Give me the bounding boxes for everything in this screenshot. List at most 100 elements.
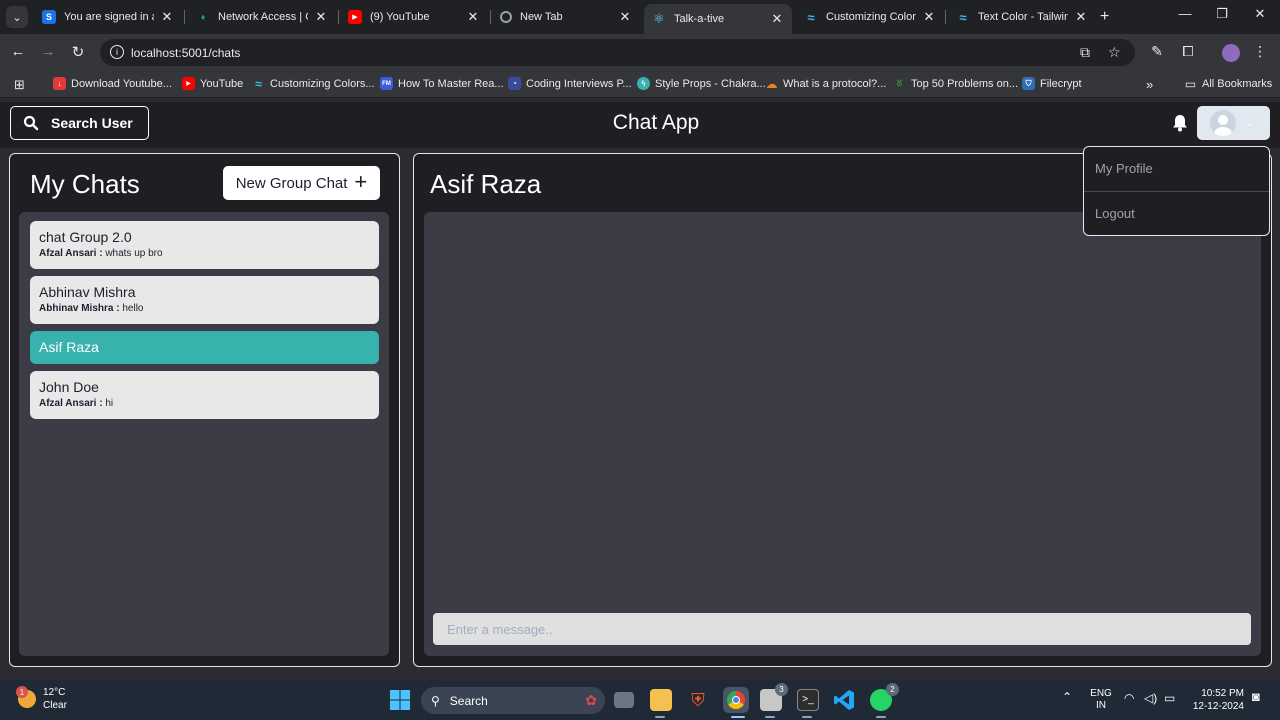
latest-message-text: hello [122, 303, 144, 314]
maximize-button[interactable]: ❐ [1212, 6, 1232, 22]
menu-divider [1084, 191, 1269, 192]
close-tab-icon[interactable]: ✕ [466, 9, 480, 25]
close-tab-icon[interactable]: ✕ [160, 9, 174, 25]
profile-dropdown-menu: My Profile Logout [1083, 146, 1270, 236]
menu-item-logout[interactable]: Logout [1084, 206, 1269, 221]
app-title: Chat App [612, 111, 700, 134]
bookmark-item[interactable]: ᘜ Top 50 Problems on... [893, 77, 1018, 90]
close-tab-icon[interactable]: ✕ [618, 9, 632, 25]
tab-talk-a-tive[interactable]: ⚛ Talk-a-tive ✕ [644, 4, 792, 34]
close-tab-icon[interactable]: ✕ [314, 9, 328, 25]
browser-toolbar: ← → ↻ i localhost:5001/chats ⧉ ☆ ✎ ⧠ ⋮ [0, 34, 1280, 70]
taskbar-search[interactable]: ⚲ Search ✿ [421, 687, 605, 714]
whatsapp-badge: 2 [886, 683, 899, 696]
close-window-button[interactable]: ✕ [1250, 6, 1270, 22]
brave-icon[interactable]: ⛨ [687, 689, 709, 711]
clock[interactable]: 10:52 PM 12-12-2024 [1190, 687, 1244, 713]
notification-bell-icon[interactable] [1170, 113, 1190, 133]
chat-list-item[interactable]: Abhinav Mishra Abhinav Mishra : hello [30, 276, 379, 324]
chevron-up-icon[interactable]: ⌃ [1062, 691, 1072, 703]
wifi-icon[interactable]: ◠ [1124, 692, 1134, 704]
latest-message: Afzal Ansari : hi [39, 398, 370, 409]
address-bar[interactable]: i localhost:5001/chats ⧉ ☆ [100, 39, 1135, 66]
file-explorer-icon[interactable] [650, 689, 672, 711]
chevron-down-icon: ⌄ [1246, 117, 1255, 129]
bookmark-item[interactable]: ▶ YouTube [182, 77, 243, 90]
message-input[interactable] [433, 613, 1251, 645]
close-tab-icon[interactable]: ✕ [770, 11, 784, 27]
site-info-icon[interactable]: i [110, 45, 124, 59]
chrome-taskbar-button[interactable] [723, 687, 749, 713]
shield-icon: ⛉ [1022, 77, 1035, 90]
chat-name: Asif Raza [39, 339, 99, 355]
weather-desc: Clear [43, 700, 67, 711]
tab-title: Network Access | Clo [218, 11, 308, 23]
close-tab-icon[interactable]: ✕ [1074, 9, 1088, 25]
new-tab-button[interactable]: + [1100, 8, 1109, 26]
battery-icon[interactable]: ▭ [1164, 692, 1175, 704]
language-indicator[interactable]: ENG IN [1088, 688, 1114, 712]
notification-center-icon[interactable]: ◙ [1252, 690, 1260, 703]
extensions-icon[interactable]: ⧠ [1178, 43, 1198, 60]
bookmark-item[interactable]: ☁ What is a protocol?... [765, 77, 887, 91]
more-menu-icon[interactable]: ⋮ [1250, 43, 1270, 60]
tab-customizing-colors[interactable]: ≈ Customizing Colors ✕ [796, 4, 944, 30]
tab-text-color[interactable]: ≈ Text Color - Tailwind ✕ [948, 4, 1096, 30]
tab-new-tab[interactable]: New Tab ✕ [492, 4, 640, 30]
tab-youtube[interactable]: ▶ (9) YouTube ✕ [340, 4, 488, 30]
tab-strip: ⌄ S You are signed in as ✕ ♦ Network Acc… [0, 0, 1280, 34]
weather-badge: 1 [16, 686, 28, 698]
taskbar-search-label: Search [449, 693, 488, 708]
new-group-chat-button[interactable]: New Group Chat + [223, 166, 380, 200]
my-chats-heading: My Chats [30, 169, 140, 199]
tab-network-access[interactable]: ♦ Network Access | Clo ✕ [188, 4, 336, 30]
profile-avatar-icon[interactable] [1222, 44, 1240, 62]
volume-icon[interactable]: ◁) [1144, 692, 1157, 704]
chat-list-item[interactable]: John Doe Afzal Ansari : hi [30, 371, 379, 419]
bookmark-item[interactable]: ↓ Download Youtube... [53, 77, 172, 90]
tab-title: You are signed in as [64, 11, 154, 23]
bookmark-star-icon[interactable]: ☆ [1108, 44, 1121, 61]
all-bookmarks[interactable]: ▭ All Bookmarks [1184, 77, 1272, 91]
install-app-icon[interactable]: ⧉ [1080, 44, 1090, 61]
latest-sender: Afzal Ansari : [39, 248, 103, 259]
chat-list-item[interactable]: chat Group 2.0 Afzal Ansari : whats up b… [30, 221, 379, 269]
mongodb-leaf-icon: ♦ [200, 12, 206, 22]
task-view-icon[interactable] [614, 692, 634, 708]
windows-start-icon[interactable] [389, 689, 411, 711]
bookmark-item[interactable]: ϟ Style Props - Chakra... [637, 77, 766, 90]
menu-item-my-profile[interactable]: My Profile [1084, 161, 1269, 176]
react-icon: ⚛ [653, 11, 665, 26]
notes-app-icon[interactable]: 3 [760, 683, 788, 711]
download-icon: ↓ [53, 77, 66, 90]
bookmark-item[interactable]: ◔ Coding Interviews P... [508, 77, 632, 90]
bookmark-item[interactable]: FM How To Master Rea... [380, 77, 504, 90]
lang-top: ENG [1090, 688, 1112, 699]
close-tab-icon[interactable]: ✕ [922, 9, 936, 25]
running-indicator [765, 716, 775, 718]
chat-app: Search User Chat App ⌄ My Chats New Grou… [0, 98, 1280, 680]
bookmark-item[interactable]: ⛉ Filecrypt [1022, 77, 1082, 90]
youtube-icon: ▶ [182, 77, 195, 90]
reload-button[interactable]: ↻ [68, 43, 88, 61]
apps-grid-icon[interactable]: ⊞ [14, 77, 25, 93]
chat-list-item-selected[interactable]: Asif Raza [30, 331, 379, 364]
tab-title: Talk-a-tive [674, 13, 725, 25]
latest-message-text: hi [105, 398, 114, 409]
url-text[interactable]: localhost:5001/chats [131, 46, 240, 60]
terminal-icon[interactable]: >_ [797, 689, 819, 711]
whatsapp-icon[interactable]: 2 [870, 683, 899, 711]
profile-menu-button[interactable]: ⌄ [1197, 106, 1270, 140]
tab-signed-in[interactable]: S You are signed in as ✕ [34, 4, 182, 30]
vscode-icon[interactable] [833, 689, 855, 711]
running-indicator [876, 716, 886, 718]
bookmark-label: What is a protocol?... [783, 77, 887, 90]
more-bookmarks-icon[interactable]: » [1146, 77, 1153, 92]
back-button[interactable]: ← [8, 43, 28, 60]
weather-widget[interactable]: 1 12°C Clear [16, 686, 67, 712]
forward-button[interactable]: → [38, 43, 58, 60]
tab-search-button[interactable]: ⌄ [6, 6, 28, 28]
edit-pen-icon[interactable]: ✎ [1147, 43, 1167, 60]
bookmark-item[interactable]: ≈ Customizing Colors... [252, 77, 374, 91]
minimize-button[interactable]: — [1175, 6, 1195, 21]
